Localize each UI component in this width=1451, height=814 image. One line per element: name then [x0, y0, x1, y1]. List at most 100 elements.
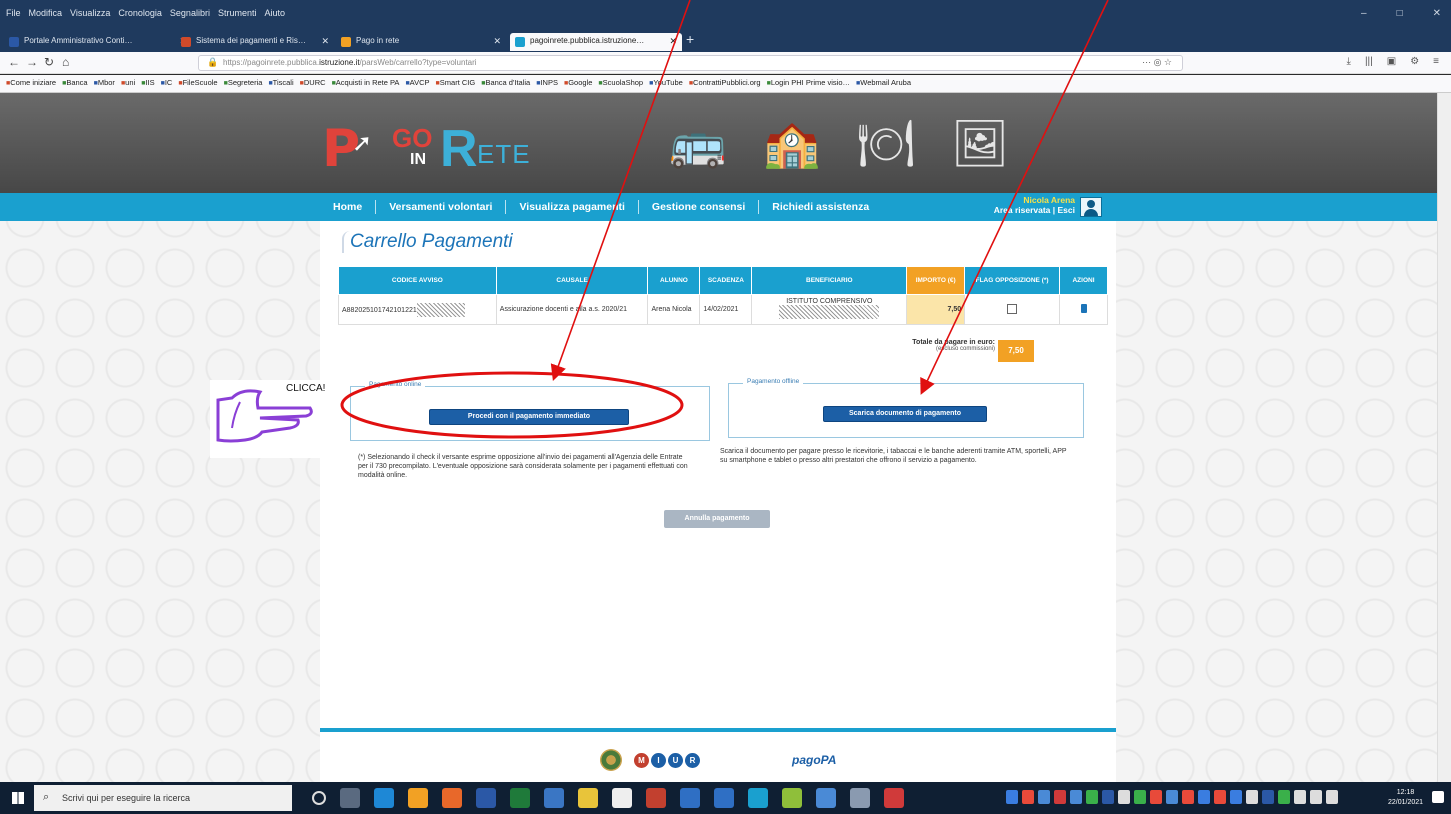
new-tab-button[interactable]: + [686, 31, 694, 47]
bookmark-item[interactable]: Banca d'Italia [481, 78, 530, 92]
edge-icon[interactable] [374, 788, 394, 808]
close-icon[interactable]: ✕ [321, 36, 329, 47]
tray-icon[interactable] [1262, 790, 1274, 804]
bookmark-item[interactable]: Google [564, 78, 592, 92]
close-icon[interactable]: ✕ [493, 36, 501, 47]
pago-in-rete-logo[interactable]: P ➚ GO IN R ETE [322, 111, 582, 181]
sidebar-icon[interactable]: ▣ [1387, 56, 1396, 67]
tray-icon[interactable] [1070, 790, 1082, 804]
close-icon[interactable]: ✕ [669, 36, 677, 47]
menu-item[interactable]: File [6, 8, 21, 18]
user-avatar-icon[interactable] [1080, 197, 1102, 217]
tray-icon[interactable] [1230, 790, 1242, 804]
close-window-button[interactable]: ✕ [1433, 8, 1441, 19]
acrobat-icon[interactable] [646, 788, 666, 808]
home-icon[interactable]: ⌂ [62, 55, 69, 69]
tray-icon[interactable] [1278, 790, 1290, 804]
windows-start-icon[interactable] [12, 792, 24, 804]
tray-icon[interactable] [1054, 790, 1066, 804]
forward-icon[interactable]: → [26, 55, 38, 69]
tray-icon[interactable] [1326, 790, 1338, 804]
taskbar-search[interactable]: ⌕ Scrivi qui per eseguire la ricerca [34, 785, 292, 811]
tab-sistema-pagamenti[interactable]: Sistema dei pagamenti e Ris… ✕ [176, 33, 334, 51]
user-area-link[interactable]: Area riservata | Esci [975, 205, 1075, 215]
tray-icon[interactable] [1022, 790, 1034, 804]
firefox-icon[interactable] [442, 788, 462, 808]
minimize-button[interactable]: – [1361, 8, 1367, 19]
tray-icon[interactable] [1150, 790, 1162, 804]
bookmark-item[interactable]: Webmail Aruba [856, 78, 911, 92]
mail-icon[interactable] [544, 788, 564, 808]
cortana-icon[interactable] [312, 791, 326, 805]
library-icon[interactable]: ||| [1365, 56, 1373, 67]
tray-icon[interactable] [1086, 790, 1098, 804]
taskbar-clock[interactable]: 12:18 22/01/2021 [1388, 788, 1423, 808]
bookmark-item[interactable]: Login PHI Prime visio… [767, 78, 850, 92]
delete-icon[interactable] [1080, 304, 1087, 313]
app-icon[interactable] [782, 788, 802, 808]
nav-versamenti-volontari[interactable]: Versamenti volontari [376, 200, 507, 214]
url-bar[interactable]: 🔒 https://pagoinrete.pubblica.istruzione… [198, 55, 1183, 71]
download-document-button[interactable]: Scarica documento di pagamento [823, 406, 987, 422]
tray-icon[interactable] [1038, 790, 1050, 804]
task-view-icon[interactable] [340, 788, 360, 808]
notification-icon[interactable] [1432, 791, 1444, 803]
chrome-icon[interactable] [408, 788, 428, 808]
bookmark-item[interactable]: Acquisti in Rete PA [332, 78, 400, 92]
skype-icon[interactable] [748, 788, 768, 808]
menu-item[interactable]: Strumenti [218, 8, 257, 18]
reload-icon[interactable]: ↻ [44, 55, 54, 69]
tab-portale[interactable]: Portale Amministrativo Conti… ✕ [4, 33, 192, 51]
bookmark-item[interactable]: Smart CIG [436, 78, 475, 92]
tray-icon[interactable] [1182, 790, 1194, 804]
extensions-icon[interactable]: ⚙ [1410, 56, 1419, 67]
pay-now-button[interactable]: Procedi con il pagamento immediato [429, 409, 629, 425]
opposizione-checkbox[interactable] [1007, 303, 1018, 314]
menu-item[interactable]: Cronologia [118, 8, 162, 18]
bookmark-item[interactable]: ContrattiPubblici.org [689, 78, 761, 92]
tray-icon[interactable] [1246, 790, 1258, 804]
tray-icon[interactable] [1214, 790, 1226, 804]
nav-gestione-consensi[interactable]: Gestione consensi [639, 200, 760, 214]
menu-item[interactable]: Segnalibri [170, 8, 210, 18]
tray-icon[interactable] [1102, 790, 1114, 804]
bookmark-item[interactable]: Mbor [94, 78, 115, 92]
bookmark-item[interactable]: ScuolaShop [598, 78, 643, 92]
nav-visualizza-pagamenti[interactable]: Visualizza pagamenti [506, 200, 639, 214]
app-icon[interactable] [680, 788, 700, 808]
word-icon[interactable] [476, 788, 496, 808]
page-actions-icon[interactable]: ··· ◎ ☆ [1142, 57, 1172, 68]
bookmark-item[interactable]: YouTube [649, 78, 682, 92]
menu-item[interactable]: Visualizza [70, 8, 110, 18]
page-scrollbar[interactable] [1437, 93, 1451, 782]
tab-pago-in-rete[interactable]: Pago in rete ✕ [336, 33, 506, 51]
nav-richiedi-assistenza[interactable]: Richiedi assistenza [759, 200, 882, 214]
tray-icon[interactable] [1294, 790, 1306, 804]
explorer-icon[interactable] [578, 788, 598, 808]
bookmark-item[interactable]: Segreteria [224, 78, 263, 92]
tray-icon[interactable] [1134, 790, 1146, 804]
tray-icon[interactable] [1166, 790, 1178, 804]
bookmark-item[interactable]: uni [121, 78, 135, 92]
notepad-icon[interactable] [612, 788, 632, 808]
app-icon[interactable] [714, 788, 734, 808]
nav-home[interactable]: Home [320, 200, 377, 214]
back-icon[interactable]: ← [8, 55, 20, 69]
bookmark-item[interactable]: Come iniziare [6, 78, 56, 92]
tray-icon[interactable] [1118, 790, 1130, 804]
maximize-button[interactable]: □ [1397, 8, 1403, 19]
downloads-icon[interactable]: ⤓ [1347, 56, 1351, 67]
tab-pagoinrete-active[interactable]: pagoinrete.pubblica.istruzione… ✕ [510, 33, 682, 51]
excel-icon[interactable] [510, 788, 530, 808]
bookmark-item[interactable]: Tiscali [268, 78, 294, 92]
bookmark-item[interactable]: INPS [536, 78, 558, 92]
tray-icon[interactable] [1198, 790, 1210, 804]
menu-item[interactable]: Aiuto [264, 8, 285, 18]
bookmark-item[interactable]: IIS [141, 78, 154, 92]
bookmark-item[interactable]: FileScuole [178, 78, 218, 92]
bookmark-item[interactable]: DURC [300, 78, 326, 92]
tray-icon[interactable] [1310, 790, 1322, 804]
cancel-payment-button[interactable]: Annulla pagamento [664, 510, 770, 528]
app-icon[interactable] [884, 788, 904, 808]
hamburger-menu-icon[interactable]: ≡ [1433, 56, 1439, 67]
